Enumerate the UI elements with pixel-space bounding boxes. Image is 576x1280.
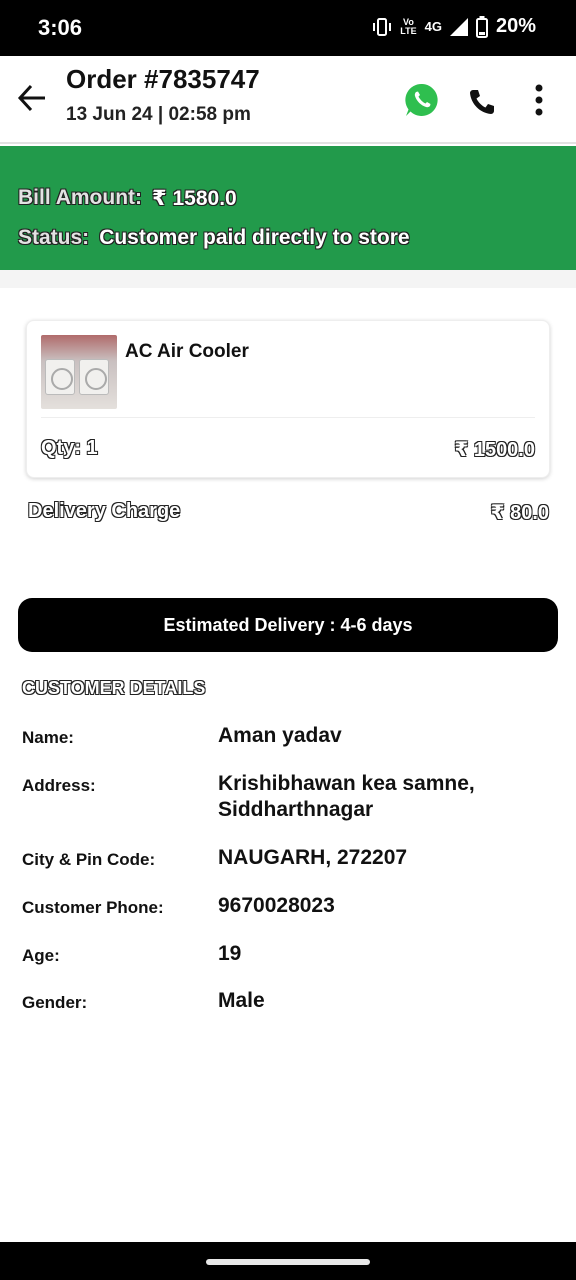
bill-status-banner: Bill Amount: ₹ 1580.0 Status: Customer p… bbox=[0, 146, 576, 270]
status-bar: 3:06 Vo LTE 4G 20% bbox=[0, 0, 576, 56]
customer-details-heading: CUSTOMER DETAILS bbox=[22, 678, 206, 698]
product-qty: Qty: 1 bbox=[41, 437, 98, 459]
order-date: 13 Jun 24 | 02:58 pm bbox=[66, 104, 251, 125]
card-divider bbox=[41, 417, 535, 418]
clock: 3:06 bbox=[38, 15, 83, 40]
gender-value: Male bbox=[218, 989, 265, 1012]
bill-amount-row: Bill Amount: ₹ 1580.0 bbox=[18, 186, 237, 211]
status-label: Status: bbox=[18, 226, 90, 249]
status-icons: Vo LTE 4G 20% bbox=[372, 15, 536, 38]
product-card[interactable]: AC Air Cooler Qty: 1 ₹ 1500.0 bbox=[26, 320, 550, 478]
whatsapp-icon[interactable] bbox=[404, 82, 440, 118]
age-label: Age: bbox=[22, 946, 60, 965]
city-pin-value: NAUGARH, 272207 bbox=[218, 846, 408, 869]
name-label: Name: bbox=[22, 728, 74, 747]
volte-icon: Vo LTE bbox=[400, 16, 417, 36]
battery-percent: 20% bbox=[495, 15, 536, 37]
product-image bbox=[41, 335, 117, 409]
section-divider bbox=[0, 270, 576, 288]
bill-amount-label: Bill Amount: bbox=[18, 186, 143, 209]
phone-icon[interactable] bbox=[466, 86, 498, 118]
customer-phone-value[interactable]: 9670028023 bbox=[218, 893, 558, 919]
estimated-delivery-bar: Estimated Delivery : 4-6 days bbox=[18, 598, 558, 652]
customer-phone-label: Customer Phone: bbox=[22, 898, 164, 917]
product-name: AC Air Cooler bbox=[125, 341, 249, 362]
age-value: 19 bbox=[218, 942, 242, 965]
battery-icon bbox=[475, 15, 488, 38]
more-vertical-icon[interactable] bbox=[524, 82, 554, 118]
product-price: ₹ 1500.0 bbox=[454, 439, 535, 461]
home-gesture-handle[interactable] bbox=[206, 1259, 370, 1265]
network-type: 4G bbox=[424, 19, 442, 34]
name-value: Aman yadav bbox=[218, 724, 342, 747]
status-row: Status: Customer paid directly to store bbox=[18, 226, 410, 250]
system-nav-bar bbox=[0, 1242, 576, 1280]
vibrate-icon bbox=[373, 17, 392, 36]
delivery-charge-label: Delivery Charge bbox=[28, 500, 181, 522]
app-bar: Order #7835747 13 Jun 24 | 02:58 pm bbox=[0, 56, 576, 144]
back-arrow-icon bbox=[17, 84, 45, 112]
address-label: Address: bbox=[22, 776, 96, 795]
signal-icon bbox=[449, 17, 468, 36]
status-value: Customer paid directly to store bbox=[99, 226, 410, 249]
order-title: Order #7835747 bbox=[66, 64, 260, 94]
back-button[interactable] bbox=[14, 80, 50, 116]
delivery-charge-value: ₹ 80.0 bbox=[490, 502, 549, 524]
gender-label: Gender: bbox=[22, 993, 88, 1012]
address-value: Krishibhawan kea samne, Siddharthnagar bbox=[218, 772, 475, 821]
city-pin-label: City & Pin Code: bbox=[22, 850, 156, 869]
bill-amount-value: ₹ 1580.0 bbox=[152, 187, 237, 210]
